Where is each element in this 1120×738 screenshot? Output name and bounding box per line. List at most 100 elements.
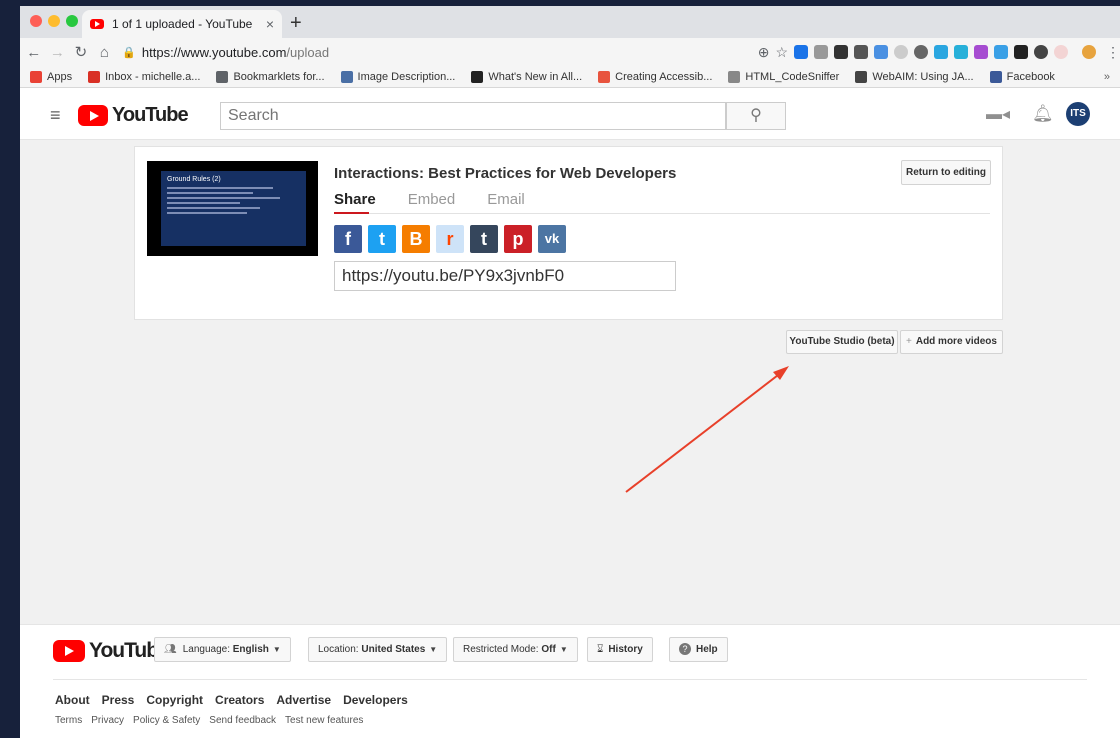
- add-more-videos-button[interactable]: + Add more videos: [900, 330, 1003, 354]
- share-url-field[interactable]: [334, 261, 676, 291]
- tab-strip: 1 of 1 uploaded - YouTube × +: [20, 6, 1120, 38]
- language-button[interactable]: 👥︎ Language: English ▼: [154, 637, 291, 662]
- chevron-down-icon: ▼: [559, 645, 568, 654]
- add-more-label: Add more videos: [915, 336, 997, 347]
- avatar[interactable]: ITS: [1066, 102, 1090, 126]
- hamburger-menu-icon[interactable]: ≡: [50, 105, 61, 126]
- bookmark-what-s-new-in-all[interactable]: What's New in All...: [471, 70, 582, 83]
- restricted-mode-button[interactable]: Restricted Mode: Off ▼: [453, 637, 578, 662]
- bookmark-html-codesniffer[interactable]: HTML_CodeSniffer: [728, 70, 839, 83]
- extension-w-icon[interactable]: [914, 45, 928, 59]
- footer-link-developers[interactable]: Developers: [343, 693, 408, 707]
- location-button[interactable]: Location: United States ▼: [308, 637, 448, 662]
- footer-link-policy-safety[interactable]: Policy & Safety: [133, 715, 200, 726]
- extension-triangle-icon[interactable]: [934, 45, 948, 59]
- bookmark-facebook[interactable]: Facebook: [989, 70, 1055, 83]
- footer-link-copyright[interactable]: Copyright: [146, 693, 203, 707]
- bookmark-apps[interactable]: Apps: [30, 70, 72, 83]
- footer-secondary-links: Terms Privacy Policy & Safety Send feedback…: [55, 715, 363, 726]
- history-button[interactable]: ⌛︎ History: [587, 637, 653, 662]
- extension-s-icon[interactable]: [794, 45, 808, 59]
- lock-icon: 🔒: [122, 46, 136, 59]
- page-icon: [728, 70, 741, 83]
- bookmark-image-description[interactable]: Image Description...: [340, 70, 455, 83]
- extension-screen-icon[interactable]: [854, 45, 868, 59]
- url-path: /upload: [286, 44, 330, 60]
- zoom-icon[interactable]: ⊕: [758, 44, 770, 61]
- extension-accessibility-icon[interactable]: [1054, 45, 1068, 59]
- tab-email[interactable]: Email: [487, 191, 525, 208]
- bookmark-star-icon[interactable]: ☆: [775, 44, 788, 61]
- maximize-window-icon[interactable]: [66, 15, 78, 27]
- footer-primary-links: About Press Copyright Creators Advertise Deve…: [55, 693, 408, 707]
- bookmark-label: Inbox - michelle.a...: [105, 70, 201, 83]
- extension-h-icon[interactable]: [814, 45, 828, 59]
- youtube-play-icon: [78, 105, 108, 126]
- footer-link-creators[interactable]: Creators: [215, 693, 264, 707]
- footer-link-terms[interactable]: Terms: [55, 715, 82, 726]
- extension-box-icon[interactable]: [1014, 45, 1028, 59]
- youtube-header: ≡ YouTube ⚲ ▬◂ 🔔︎ ITS: [20, 88, 1120, 140]
- extension-check-icon[interactable]: [874, 45, 888, 59]
- tab-title: 1 of 1 uploaded - YouTube: [112, 17, 253, 31]
- help-button[interactable]: ? Help: [669, 637, 728, 662]
- blackboard-icon: [471, 70, 484, 83]
- extension-contrast-icon[interactable]: [1034, 45, 1048, 59]
- bookmark-bookmarklets-for[interactable]: Bookmarklets for...: [216, 70, 325, 83]
- restricted-value: Off: [541, 644, 556, 655]
- footer-link-test-new-features[interactable]: Test new features: [285, 715, 363, 726]
- bookmarks-overflow-icon[interactable]: »: [1104, 71, 1110, 83]
- vk-share-button[interactable]: vk: [538, 225, 566, 253]
- browser-toolbar: ← → ↻ ⌂ 🔒 https://www.youtube.com/upload…: [20, 38, 1120, 66]
- footer-link-advertise[interactable]: Advertise: [276, 693, 331, 707]
- forward-arrow-icon[interactable]: →: [48, 44, 68, 61]
- back-arrow-icon[interactable]: ←: [24, 44, 44, 61]
- pinterest-share-button[interactable]: p: [504, 225, 532, 253]
- profile-icon[interactable]: [1082, 45, 1096, 59]
- facebook-icon: [989, 70, 1002, 83]
- browser-tab[interactable]: 1 of 1 uploaded - YouTube ×: [82, 10, 282, 38]
- footer-link-send-feedback[interactable]: Send feedback: [209, 715, 276, 726]
- search-input[interactable]: [220, 102, 726, 130]
- extension-diamond-icon[interactable]: [954, 45, 968, 59]
- tumblr-share-button[interactable]: t: [470, 225, 498, 253]
- return-to-editing-button[interactable]: Return to editing: [901, 160, 991, 185]
- tab-divider: [334, 213, 990, 214]
- footer-link-privacy[interactable]: Privacy: [91, 715, 124, 726]
- twitter-share-button[interactable]: t: [368, 225, 396, 253]
- new-tab-button[interactable]: +: [290, 12, 302, 35]
- help-icon: ?: [679, 643, 691, 655]
- extension-n-icon[interactable]: [994, 45, 1008, 59]
- notifications-bell-icon[interactable]: 🔔︎: [1032, 104, 1054, 124]
- close-tab-icon[interactable]: ×: [266, 16, 274, 32]
- upload-video-icon[interactable]: ▬◂: [986, 104, 1010, 124]
- extension-circle-icon[interactable]: [894, 45, 908, 59]
- browser-window: 1 of 1 uploaded - YouTube × + ← → ↻ ⌂ 🔒 …: [20, 6, 1120, 738]
- footer-link-about[interactable]: About: [55, 693, 90, 707]
- blogger-share-button[interactable]: B: [402, 225, 430, 253]
- youtube-studio-button[interactable]: YouTube Studio (beta): [786, 330, 898, 354]
- extension-game-icon[interactable]: [834, 45, 848, 59]
- search-button[interactable]: ⚲: [726, 102, 786, 130]
- url-host: https://www.youtube.com: [141, 44, 287, 60]
- footer-link-press[interactable]: Press: [102, 693, 135, 707]
- footer-divider: [53, 679, 1087, 680]
- bookmark-creating-accessib[interactable]: Creating Accessib...: [598, 70, 712, 83]
- search-icon: ⚲: [750, 107, 762, 124]
- home-icon[interactable]: ⌂: [95, 44, 115, 61]
- video-thumbnail[interactable]: Ground Rules (2): [147, 161, 318, 256]
- address-bar[interactable]: 🔒 https://www.youtube.com/upload: [122, 41, 748, 63]
- tab-embed[interactable]: Embed: [408, 191, 456, 208]
- facebook-share-button[interactable]: f: [334, 225, 362, 253]
- reload-icon[interactable]: ↻: [71, 43, 91, 61]
- bookmark-webaim-using-ja[interactable]: WebAIM: Using JA...: [855, 70, 974, 83]
- footer-youtube-logo[interactable]: YouTube: [53, 639, 170, 663]
- menu-dots-icon[interactable]: ⋮: [1106, 44, 1120, 61]
- bookmark-inbox-michelle-a[interactable]: Inbox - michelle.a...: [88, 70, 201, 83]
- close-window-icon[interactable]: [30, 15, 42, 27]
- tab-share[interactable]: Share: [334, 191, 376, 208]
- minimize-window-icon[interactable]: [48, 15, 60, 27]
- reddit-share-button[interactable]: r: [436, 225, 464, 253]
- youtube-logo[interactable]: YouTube: [78, 104, 189, 127]
- extension-puzzle-icon[interactable]: [974, 45, 988, 59]
